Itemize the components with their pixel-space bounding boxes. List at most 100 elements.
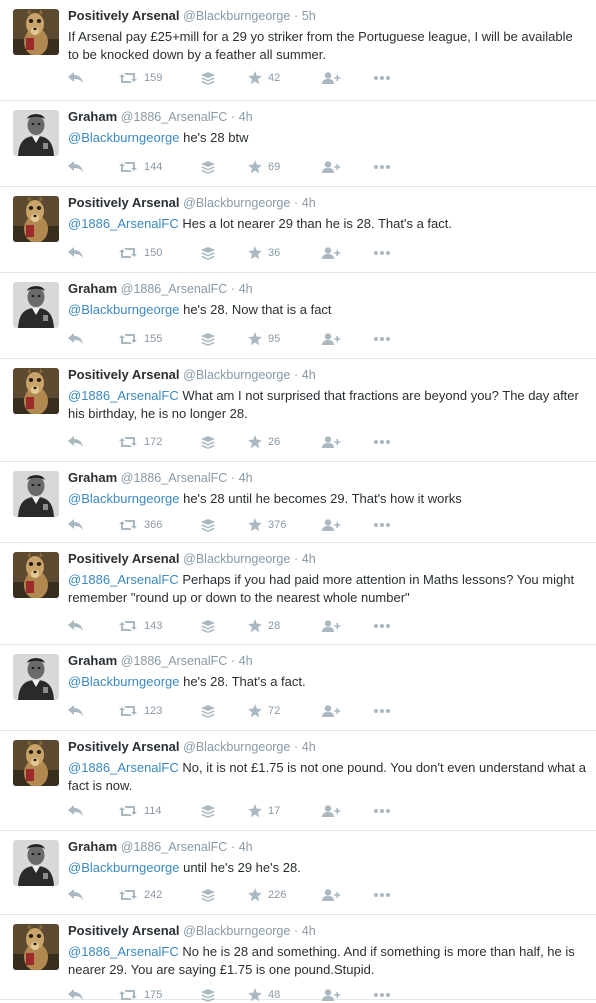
- reply-button[interactable]: [68, 159, 84, 175]
- tweet[interactable]: Graham @1886_ArsenalFC · 4h @Blackburnge…: [0, 462, 596, 543]
- avatar[interactable]: [13, 654, 59, 700]
- more-button[interactable]: [373, 517, 391, 533]
- tweet-timestamp[interactable]: 4h: [302, 740, 316, 754]
- buffer-button[interactable]: [201, 245, 215, 261]
- reply-button[interactable]: [68, 331, 84, 347]
- avatar[interactable]: [13, 368, 59, 414]
- favorite-button[interactable]: 72: [248, 703, 280, 719]
- user-handle[interactable]: @Blackburngeorge: [183, 552, 290, 566]
- retweet-button[interactable]: 144: [118, 159, 162, 175]
- display-name[interactable]: Graham: [68, 470, 117, 485]
- follow-button[interactable]: [321, 618, 341, 634]
- favorite-button[interactable]: 17: [248, 803, 280, 819]
- display-name[interactable]: Graham: [68, 281, 117, 296]
- retweet-button[interactable]: 159: [118, 70, 162, 86]
- retweet-button[interactable]: 242: [118, 887, 162, 903]
- favorite-button[interactable]: 95: [248, 331, 280, 347]
- display-name[interactable]: Positively Arsenal: [68, 739, 180, 754]
- user-handle[interactable]: @Blackburngeorge: [183, 196, 290, 210]
- more-button[interactable]: [373, 618, 391, 634]
- buffer-button[interactable]: [201, 618, 215, 634]
- user-handle[interactable]: @1886_ArsenalFC: [121, 471, 228, 485]
- user-handle[interactable]: @1886_ArsenalFC: [121, 282, 228, 296]
- display-name[interactable]: Positively Arsenal: [68, 195, 180, 210]
- tweet[interactable]: Positively Arsenal @Blackburngeorge · 4h…: [0, 915, 596, 1003]
- display-name[interactable]: Positively Arsenal: [68, 923, 180, 938]
- mention-link[interactable]: @1886_ArsenalFC: [68, 216, 179, 231]
- more-button[interactable]: [373, 803, 391, 819]
- favorite-button[interactable]: 42: [248, 70, 280, 86]
- more-button[interactable]: [373, 245, 391, 261]
- display-name[interactable]: Positively Arsenal: [68, 8, 180, 23]
- avatar[interactable]: [13, 924, 59, 970]
- avatar[interactable]: [13, 471, 59, 517]
- retweet-button[interactable]: 175: [118, 987, 162, 1003]
- tweet[interactable]: Graham @1886_ArsenalFC · 4h @Blackburnge…: [0, 101, 596, 187]
- buffer-button[interactable]: [201, 703, 215, 719]
- buffer-button[interactable]: [201, 887, 215, 903]
- retweet-button[interactable]: 172: [118, 434, 162, 450]
- display-name[interactable]: Graham: [68, 653, 117, 668]
- retweet-button[interactable]: 123: [118, 703, 162, 719]
- reply-button[interactable]: [68, 618, 84, 634]
- mention-link[interactable]: @Blackburngeorge: [68, 130, 179, 145]
- user-handle[interactable]: @Blackburngeorge: [183, 9, 290, 23]
- mention-link[interactable]: @Blackburngeorge: [68, 674, 179, 689]
- avatar[interactable]: [13, 740, 59, 786]
- display-name[interactable]: Graham: [68, 109, 117, 124]
- reply-button[interactable]: [68, 70, 84, 86]
- display-name[interactable]: Graham: [68, 839, 117, 854]
- reply-button[interactable]: [68, 703, 84, 719]
- favorite-button[interactable]: 48: [248, 987, 280, 1003]
- more-button[interactable]: [373, 70, 391, 86]
- tweet[interactable]: Positively Arsenal @Blackburngeorge · 4h…: [0, 543, 596, 645]
- avatar[interactable]: [13, 840, 59, 886]
- buffer-button[interactable]: [201, 70, 215, 86]
- avatar[interactable]: [13, 110, 59, 156]
- tweet[interactable]: Positively Arsenal @Blackburngeorge · 4h…: [0, 187, 596, 273]
- retweet-button[interactable]: 143: [118, 618, 162, 634]
- mention-link[interactable]: @1886_ArsenalFC: [68, 572, 179, 587]
- buffer-button[interactable]: [201, 331, 215, 347]
- tweet-timestamp[interactable]: 4h: [239, 840, 253, 854]
- buffer-button[interactable]: [201, 434, 215, 450]
- more-button[interactable]: [373, 331, 391, 347]
- user-handle[interactable]: @Blackburngeorge: [183, 368, 290, 382]
- buffer-button[interactable]: [201, 987, 215, 1003]
- tweet-timestamp[interactable]: 4h: [239, 471, 253, 485]
- tweet-timestamp[interactable]: 5h: [302, 9, 316, 23]
- follow-button[interactable]: [321, 517, 341, 533]
- favorite-button[interactable]: 376: [248, 517, 286, 533]
- tweet-timestamp[interactable]: 4h: [302, 924, 316, 938]
- display-name[interactable]: Positively Arsenal: [68, 551, 180, 566]
- more-button[interactable]: [373, 887, 391, 903]
- reply-button[interactable]: [68, 887, 84, 903]
- user-handle[interactable]: @1886_ArsenalFC: [121, 654, 228, 668]
- follow-button[interactable]: [321, 434, 341, 450]
- follow-button[interactable]: [321, 245, 341, 261]
- reply-button[interactable]: [68, 987, 84, 1003]
- tweet[interactable]: Positively Arsenal @Blackburngeorge · 4h…: [0, 359, 596, 462]
- avatar[interactable]: [13, 9, 59, 55]
- favorite-button[interactable]: 69: [248, 159, 280, 175]
- tweet-timestamp[interactable]: 4h: [239, 110, 253, 124]
- mention-link[interactable]: @Blackburngeorge: [68, 860, 179, 875]
- favorite-button[interactable]: 226: [248, 887, 286, 903]
- display-name[interactable]: Positively Arsenal: [68, 367, 180, 382]
- follow-button[interactable]: [321, 887, 341, 903]
- user-handle[interactable]: @Blackburngeorge: [183, 924, 290, 938]
- tweet[interactable]: Graham @1886_ArsenalFC · 4h @Blackburnge…: [0, 831, 596, 915]
- retweet-button[interactable]: 114: [118, 803, 162, 819]
- tweet-timestamp[interactable]: 4h: [239, 654, 253, 668]
- follow-button[interactable]: [321, 159, 341, 175]
- reply-button[interactable]: [68, 434, 84, 450]
- follow-button[interactable]: [321, 803, 341, 819]
- reply-button[interactable]: [68, 245, 84, 261]
- retweet-button[interactable]: 150: [118, 245, 162, 261]
- tweet-timestamp[interactable]: 4h: [239, 282, 253, 296]
- user-handle[interactable]: @Blackburngeorge: [183, 740, 290, 754]
- avatar[interactable]: [13, 196, 59, 242]
- mention-link[interactable]: @1886_ArsenalFC: [68, 944, 179, 959]
- follow-button[interactable]: [321, 70, 341, 86]
- reply-button[interactable]: [68, 803, 84, 819]
